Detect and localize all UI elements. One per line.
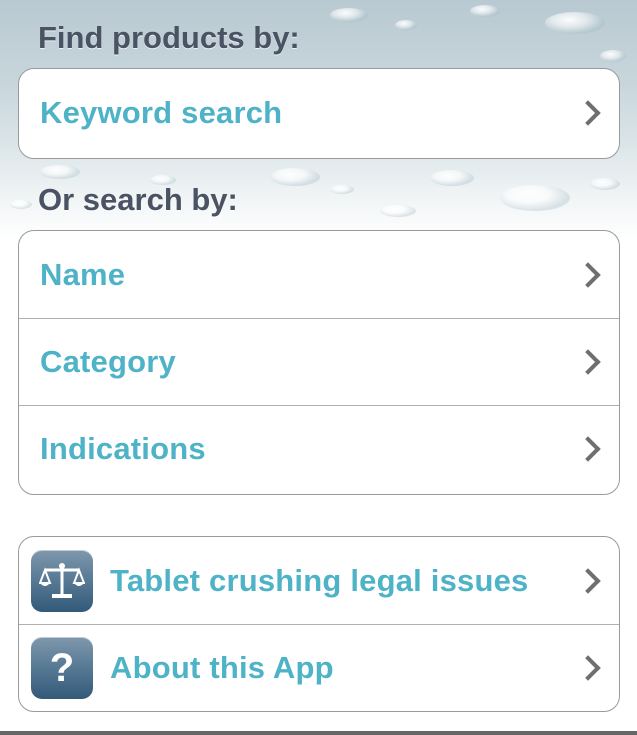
chevron-right-icon xyxy=(575,349,601,375)
find-products-heading: Find products by: xyxy=(38,20,300,55)
about-this-app-row[interactable]: ? About this App xyxy=(19,624,619,711)
search-by-indications-row[interactable]: Indications xyxy=(19,405,619,492)
tablet-crushing-legal-issues-label: Tablet crushing legal issues xyxy=(110,562,529,598)
indications-label: Indications xyxy=(40,431,206,466)
scales-icon xyxy=(31,549,93,612)
chevron-right-icon xyxy=(575,655,601,681)
category-label: Category xyxy=(40,344,176,379)
chevron-right-icon xyxy=(575,261,601,288)
name-label: Name xyxy=(40,256,126,292)
search-by-group: Name Category Indications xyxy=(18,230,620,495)
search-by-name-row[interactable]: Name xyxy=(19,231,619,318)
question-mark-icon: ? xyxy=(31,637,93,699)
keyword-search-row[interactable]: Keyword search xyxy=(19,69,619,157)
or-search-by-heading: Or search by: xyxy=(38,182,238,217)
chevron-right-icon xyxy=(575,436,601,462)
search-by-category-row[interactable]: Category xyxy=(19,318,619,405)
bottom-divider xyxy=(0,731,637,735)
tablet-crushing-legal-issues-row[interactable]: Tablet crushing legal issues xyxy=(19,537,619,624)
info-group: Tablet crushing legal issues ? About thi… xyxy=(18,536,620,712)
chevron-right-icon xyxy=(575,100,601,126)
chevron-right-icon xyxy=(575,567,601,594)
keyword-search-label: Keyword search xyxy=(40,95,283,130)
find-products-group: Keyword search xyxy=(18,68,620,159)
about-this-app-label: About this App xyxy=(110,650,334,685)
